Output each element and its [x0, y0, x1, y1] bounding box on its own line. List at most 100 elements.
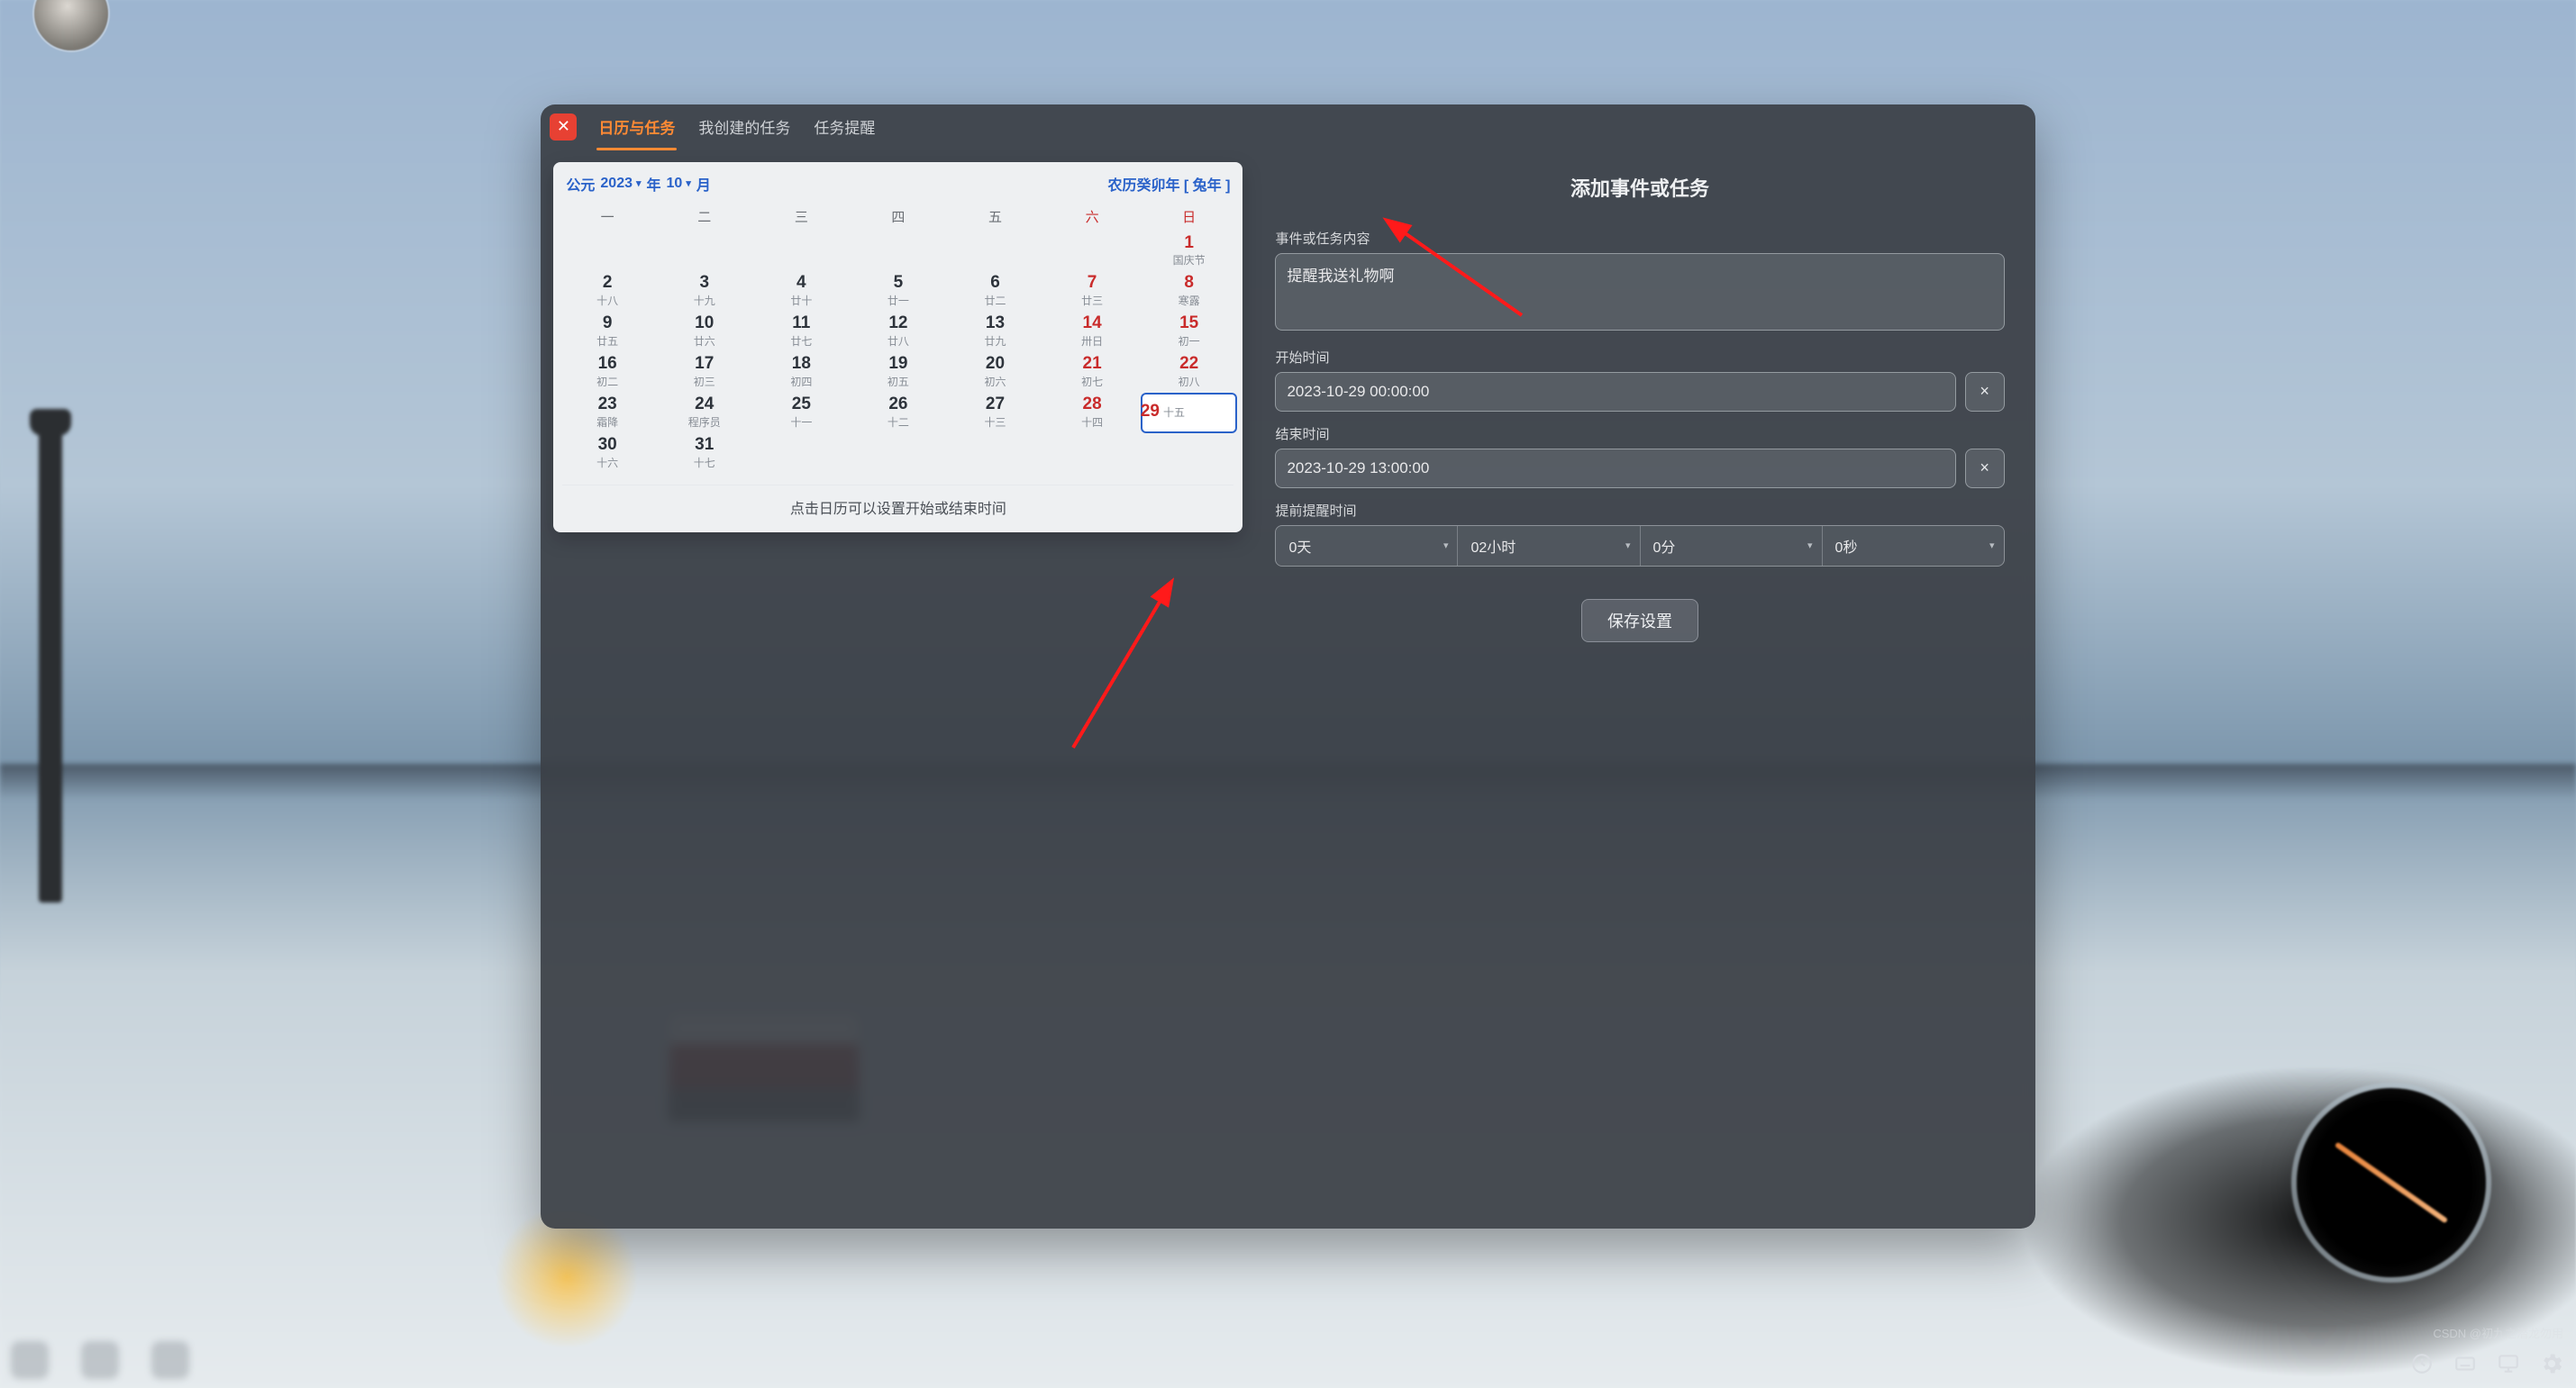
day-number: 28 [1043, 395, 1141, 414]
calendar-day[interactable]: 3十九 [656, 271, 753, 312]
calendar-day[interactable]: 7廿三 [1043, 271, 1141, 312]
close-button[interactable]: ✕ [550, 113, 577, 141]
keyboard-icon[interactable] [2452, 1350, 2479, 1377]
chevron-down-icon: ▾ [1989, 540, 1995, 551]
day-number: 12 [850, 313, 947, 333]
year-value: 2023 [600, 176, 633, 192]
calendar-day[interactable]: 27十三 [947, 393, 1044, 433]
day-number: 7 [1043, 273, 1141, 293]
calendar-day[interactable]: 2十八 [559, 271, 656, 312]
day-number: 13 [947, 313, 1044, 333]
calendar-grid: 1国庆节 2十八3十九4廿十5廿一6廿二7廿三8寒露 9廿五10廿六11廿七12廿八… [553, 231, 1242, 479]
calendar-day[interactable]: 17初三 [656, 352, 753, 393]
calendar-day[interactable]: 20初六 [947, 352, 1044, 393]
reminder-days-select[interactable]: 0天 ▾ [1276, 526, 1458, 566]
calendar-day[interactable]: 9廿五 [559, 312, 656, 352]
save-button[interactable]: 保存设置 [1581, 599, 1698, 642]
calendar-day[interactable]: 23霜降 [559, 393, 656, 433]
calendar-day[interactable]: 19初五 [850, 352, 947, 393]
day-number: 3 [656, 273, 753, 293]
day-number: 23 [559, 395, 656, 414]
tab-my-tasks[interactable]: 我创建的任务 [696, 110, 792, 143]
day-number: 31 [656, 435, 753, 455]
clear-end-button[interactable]: × [1965, 449, 2005, 488]
tab-task-alerts[interactable]: 任务提醒 [812, 110, 877, 143]
calendar-day[interactable]: 18初四 [753, 352, 851, 393]
reminder-group: 0天 ▾ 02小时 ▾ 0分 ▾ 0秒 ▾ [1275, 525, 2004, 567]
calendar-day[interactable]: 13廿九 [947, 312, 1044, 352]
day-lunar: 廿一 [850, 293, 947, 308]
close-icon: ✕ [557, 117, 570, 136]
reminder-hours-select[interactable]: 02小时 ▾ [1458, 526, 1640, 566]
calendar-day[interactable]: 16初二 [559, 352, 656, 393]
end-time-label: 结束时间 [1275, 424, 2004, 443]
day-lunar: 廿三 [1043, 293, 1141, 308]
calendar-day[interactable]: 6廿二 [947, 271, 1044, 312]
window-titlebar: ✕ 日历与任务 我创建的任务 任务提醒 [541, 104, 2034, 150]
day-lunar: 初一 [1141, 333, 1238, 349]
day-lunar: 十九 [656, 293, 753, 308]
weekday-label: 二 [656, 204, 753, 230]
calendar-day[interactable]: 5廿一 [850, 271, 947, 312]
calendar-day[interactable]: 12廿八 [850, 312, 947, 352]
day-number: 11 [753, 313, 851, 333]
day-number: 25 [753, 395, 851, 414]
calendar-day[interactable]: 22初八 [1141, 352, 1238, 393]
day-number: 26 [850, 395, 947, 414]
calendar-day[interactable]: 31十七 [656, 433, 753, 474]
day-lunar: 初七 [1043, 374, 1141, 389]
clock-icon[interactable] [2408, 1350, 2435, 1377]
tab-calendar-tasks[interactable]: 日历与任务 [596, 110, 677, 143]
gear-icon[interactable] [2538, 1350, 2565, 1377]
calendar-day[interactable]: 24程序员 [656, 393, 753, 433]
calendar-day[interactable]: 8寒露 [1141, 271, 1238, 312]
calendar-day[interactable]: 14卅日 [1043, 312, 1141, 352]
day-number: 14 [1043, 313, 1141, 333]
form-title: 添加事件或任务 [1275, 173, 2004, 202]
day-lunar: 初六 [947, 374, 1044, 389]
calendar-header: 公元 2023 ▾ 年 10 ▾ 月 农历癸卯年 [ 兔年 ] [553, 162, 1242, 202]
day-number: 8 [1141, 273, 1238, 293]
year-select[interactable]: 2023 ▾ [600, 176, 641, 192]
close-icon: × [1980, 382, 1989, 401]
calendar-day[interactable]: 15初一 [1141, 312, 1238, 352]
monitor-icon[interactable] [2495, 1350, 2522, 1377]
clear-start-button[interactable]: × [1965, 372, 2005, 412]
calendar-day[interactable]: 11廿七 [753, 312, 851, 352]
calendar-task-window: ✕ 日历与任务 我创建的任务 任务提醒 公元 2023 ▾ 年 10 ▾ 月 农… [541, 104, 2034, 1229]
day-number: 9 [559, 313, 656, 333]
calendar-day[interactable]: 1国庆节 [1141, 231, 1238, 272]
calendar-day[interactable]: 25十一 [753, 393, 851, 433]
calendar-day[interactable]: 4廿十 [753, 271, 851, 312]
day-lunar: 十一 [753, 414, 851, 430]
day-number: 17 [656, 354, 753, 374]
reminder-seconds-select[interactable]: 0秒 ▾ [1823, 526, 2004, 566]
calendar-day[interactable]: 21初七 [1043, 352, 1141, 393]
reminder-minutes-select[interactable]: 0分 ▾ [1641, 526, 1823, 566]
day-lunar: 廿二 [947, 293, 1044, 308]
calendar-day[interactable]: 10廿六 [656, 312, 753, 352]
day-lunar: 廿五 [559, 333, 656, 349]
start-time-input[interactable]: 2023-10-29 00:00:00 [1275, 372, 1955, 412]
content-textarea[interactable] [1275, 253, 2004, 331]
chevron-down-icon: ▾ [1625, 540, 1631, 551]
taskbar-app[interactable] [81, 1341, 119, 1379]
calendar-day[interactable]: 28十四 [1043, 393, 1141, 433]
calendar-day[interactable]: 26十二 [850, 393, 947, 433]
weekday-label: 六 [1043, 204, 1141, 230]
taskbar-app[interactable] [151, 1341, 189, 1379]
day-number: 4 [753, 273, 851, 293]
wallpaper-lamp [39, 416, 62, 903]
calendar-day[interactable]: 30十六 [559, 433, 656, 474]
day-number: 6 [947, 273, 1044, 293]
desktop-compass-widget[interactable] [2297, 1088, 2486, 1277]
month-select[interactable]: 10 ▾ [667, 176, 691, 192]
calendar-day[interactable]: 29十五 [1141, 393, 1238, 433]
day-number: 29 [1141, 402, 1160, 422]
weekday-row: 一二三四五六日 [553, 202, 1242, 231]
day-number: 30 [559, 435, 656, 455]
end-time-input[interactable]: 2023-10-29 13:00:00 [1275, 449, 1955, 488]
day-number: 21 [1043, 354, 1141, 374]
taskbar-app[interactable] [11, 1341, 49, 1379]
weekday-label: 五 [947, 204, 1044, 230]
